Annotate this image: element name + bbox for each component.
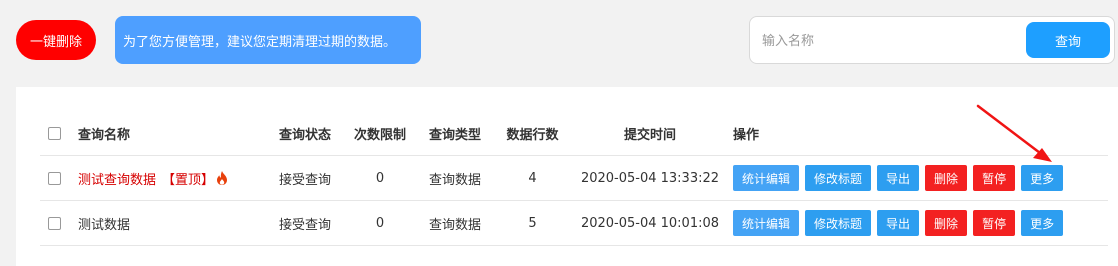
row-name-cell: 测试数据: [78, 201, 130, 245]
row-actions-cell: 统计编辑 修改标题 导出 删除 暂停 更多: [733, 156, 1069, 200]
stats-edit-button[interactable]: 统计编辑: [733, 165, 800, 191]
table-row: 测试数据 接受查询 0 查询数据 5 2020-05-04 10:01:08 统…: [40, 201, 1108, 246]
cleanup-tip: 为了您方便管理，建议您定期清理过期的数据。: [115, 16, 421, 64]
select-all-cell: [48, 111, 61, 155]
row-status-cell: 接受查询: [278, 217, 331, 233]
row-time-cell: 2020-05-04 10:01:08: [580, 215, 720, 231]
search-button[interactable]: 查询: [1026, 22, 1110, 58]
row-limit-cell: 0: [375, 170, 385, 186]
more-button[interactable]: 更多: [1021, 210, 1064, 236]
pause-button[interactable]: 暂停: [973, 165, 1016, 191]
row-status-cell: 接受查询: [278, 172, 331, 188]
table-header: 查询名称 查询状态 次数限制 查询类型 数据行数 提交时间 操作: [40, 111, 1108, 156]
export-button[interactable]: 导出: [877, 210, 920, 236]
query-panel: 查询名称 查询状态 次数限制 查询类型 数据行数 提交时间 操作 测试查询数据 …: [16, 87, 1118, 266]
column-header-time: 提交时间: [623, 127, 676, 143]
query-name-link[interactable]: 测试数据: [78, 214, 130, 233]
row-limit-cell: 0: [375, 215, 385, 231]
query-table: 查询名称 查询状态 次数限制 查询类型 数据行数 提交时间 操作 测试查询数据 …: [40, 111, 1108, 246]
table-row: 测试查询数据 【置顶】 接受查询 0 查询数据 4 2020-05-04 13:…: [40, 156, 1108, 201]
row-checkbox[interactable]: [48, 216, 61, 230]
row-name-cell: 测试查询数据 【置顶】: [78, 156, 228, 200]
edit-title-button[interactable]: 修改标题: [805, 165, 872, 191]
row-type-cell: 查询数据: [428, 172, 481, 188]
delete-button[interactable]: 删除: [925, 165, 968, 191]
row-type-cell: 查询数据: [428, 217, 481, 233]
query-name-link[interactable]: 测试查询数据: [78, 169, 156, 188]
delete-button[interactable]: 删除: [925, 210, 968, 236]
flame-icon: [217, 171, 228, 185]
stats-edit-button[interactable]: 统计编辑: [733, 210, 800, 236]
select-all-checkbox[interactable]: [48, 126, 61, 140]
pinned-tag: 【置顶】: [162, 172, 215, 188]
column-header-actions: 操作: [733, 127, 760, 143]
row-count-cell: 5: [528, 215, 537, 231]
export-button[interactable]: 导出: [877, 165, 920, 191]
row-time-cell: 2020-05-04 13:33:22: [580, 170, 720, 186]
more-button[interactable]: 更多: [1021, 165, 1064, 191]
row-select-cell: [48, 201, 61, 245]
edit-title-button[interactable]: 修改标题: [805, 210, 872, 236]
column-header-name: 查询名称: [78, 127, 131, 143]
row-checkbox[interactable]: [48, 171, 61, 185]
search-input[interactable]: [760, 27, 1024, 55]
column-header-type: 查询类型: [428, 127, 481, 143]
delete-all-button[interactable]: 一键删除: [16, 20, 96, 60]
row-select-cell: [48, 156, 61, 200]
row-actions-cell: 统计编辑 修改标题 导出 删除 暂停 更多: [733, 201, 1069, 245]
row-count-cell: 4: [528, 170, 537, 186]
column-header-limit: 次数限制: [353, 127, 406, 143]
search-bar: 查询: [749, 16, 1115, 64]
column-header-rows: 数据行数: [506, 127, 559, 143]
column-header-status: 查询状态: [278, 127, 331, 143]
pause-button[interactable]: 暂停: [973, 210, 1016, 236]
